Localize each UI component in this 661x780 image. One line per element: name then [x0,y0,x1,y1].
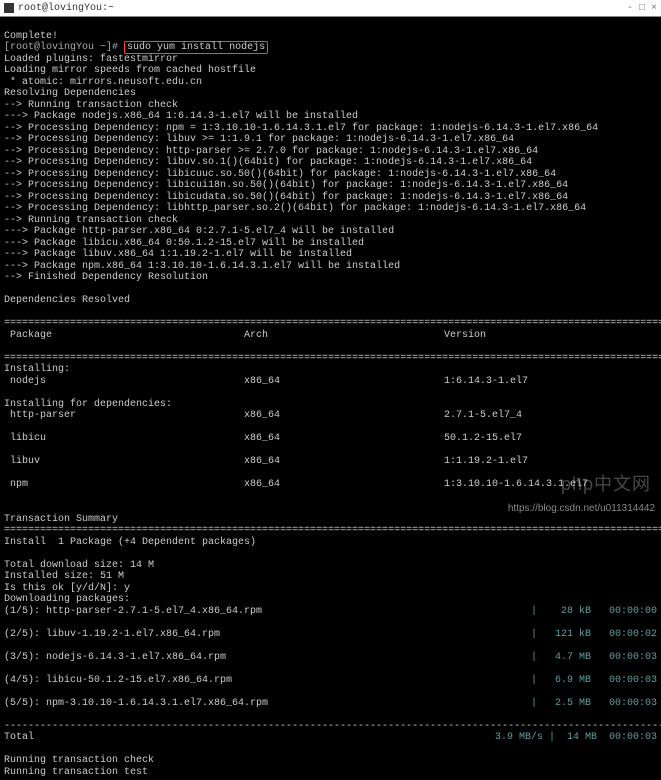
line-dep8: --> Processing Dependency: libhttp_parse… [4,203,586,214]
hr-bot: ========================================… [4,525,661,536]
table-row: libuvx86_641:1.19.2-1.el7 [4,456,657,468]
line-plugins: Loaded plugins: fastestmirror [4,54,178,65]
line-dep7: --> Processing Dependency: libicudata.so… [4,192,568,203]
table-row: http-parserx86_642.7.1-5.el7_4 [4,410,657,422]
run-tx-check: Running transaction check [4,755,154,766]
tx-summary: Transaction Summary [4,514,118,525]
shell-prompt: [root@lovingYou ~]# [4,42,118,53]
line-resolving: Resolving Dependencies [4,88,136,99]
total-row: Total3.9 MB/s | 14 MB 00:00:03 [4,732,657,744]
download-row: (4/5): libicu-50.1.2-15.el7.x86_64.rpm|6… [4,675,657,687]
line-pkg-libicu: ---> Package libicu.x86_64 0:50.1.2-15.e… [4,238,364,249]
hr-mid: ========================================… [4,353,661,364]
line-dep3: --> Processing Dependency: http-parser >… [4,146,538,157]
section-installing: Installing: [4,364,70,375]
dl-hr: ----------------------------------------… [4,721,661,732]
download-row: (5/5): npm-3.10.10-1.6.14.3.1.el7.x86_64… [4,698,657,710]
line-pkg-http: ---> Package http-parser.x86_64 0:2.7.1-… [4,226,394,237]
line-runcheck: --> Running transaction check [4,100,178,111]
line-dep5: --> Processing Dependency: libicuuc.so.5… [4,169,556,180]
table-header: PackageArchVersion [4,330,657,342]
line-dep6: --> Processing Dependency: libicui18n.so… [4,180,568,191]
line-pkg-libuv: ---> Package libuv.x86_64 1:1.19.2-1.el7… [4,249,352,260]
hdr-arch: Arch [244,330,444,342]
line-pkg-npm: ---> Package npm.x86_64 1:3.10.10-1.6.14… [4,261,400,272]
command-highlight: sudo yum install nodejs [124,41,268,54]
line-complete: Complete! [4,31,58,42]
section-installing-deps: Installing for dependencies: [4,399,172,410]
window-title: root@lovingYou:~ [18,3,114,14]
line-dep4: --> Processing Dependency: libuv.so.1()(… [4,157,532,168]
download-row: (3/5): nodejs-6.14.3-1.el7.x86_64.rpm|4.… [4,652,657,664]
line-deps-resolved: Dependencies Resolved [4,295,130,306]
line-mirror2: * atomic: mirrors.neusoft.edu.cn [4,77,202,88]
window-controls[interactable]: - □ × [627,3,657,14]
dl-total: Total download size: 14 M [4,560,154,571]
hdr-package: Package [4,330,244,342]
footer-url: https://blog.csdn.net/u011314442 [508,503,655,514]
table-row: npmx86_641:3.10.10-1.6.14.3.1.el7 [4,479,657,491]
download-row: (2/5): libuv-1.19.2-1.el7.x86_64.rpm|121… [4,629,657,641]
inst-size: Installed size: 51 M [4,571,124,582]
terminal-output: Complete! [root@lovingYou ~]# sudo yum i… [0,17,661,780]
line-finished: --> Finished Dependency Resolution [4,272,208,283]
hdr-version: Version [444,330,657,342]
confirm-prompt[interactable]: Is this ok [y/d/N]: y [4,583,130,594]
window-titlebar: root@lovingYou:~ - □ × [0,0,661,17]
hr-top: ========================================… [4,318,661,329]
line-dep1: --> Processing Dependency: npm = 1:3.10.… [4,123,598,134]
run-tx-test: Running transaction test [4,767,148,778]
line-pkg-nodejs: ---> Package nodejs.x86_64 1:6.14.3-1.el… [4,111,358,122]
line-dep2: --> Processing Dependency: libuv >= 1:1.… [4,134,514,145]
install-line: Install 1 Package (+4 Dependent packages… [4,537,256,548]
line-mirror1: Loading mirror speeds from cached hostfi… [4,65,256,76]
line-runcheck2: --> Running transaction check [4,215,178,226]
table-row: nodejsx86_641:6.14.3-1.el7 [4,376,657,388]
download-row: (1/5): http-parser-2.7.1-5.el7_4.x86_64.… [4,606,657,618]
dl-pkgs: Downloading packages: [4,594,130,605]
table-row: libicux86_6450.1.2-15.el7 [4,433,657,445]
terminal-icon [4,3,14,13]
